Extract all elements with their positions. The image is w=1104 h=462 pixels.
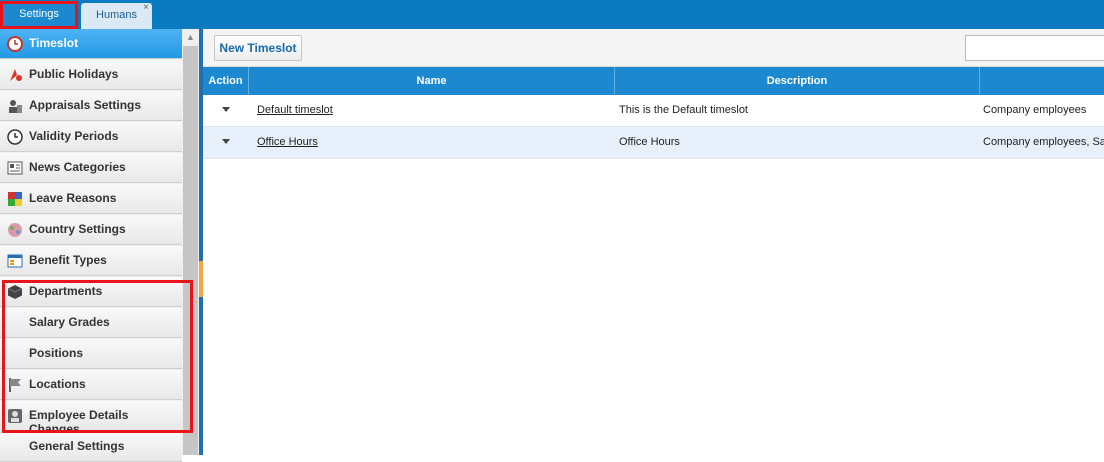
sidebar-item-label: Timeslot (29, 36, 79, 50)
scroll-up-arrow-icon[interactable]: ▲ (183, 29, 198, 46)
sidebar-item-label: Departments (29, 284, 103, 298)
grid-header: Action Name Description (203, 67, 1104, 95)
sidebar-item-positions[interactable]: Positions (0, 339, 182, 369)
sidebar-item-salary-grades[interactable]: Salary Grades (0, 308, 182, 338)
globe-icon (8, 223, 22, 237)
holiday-icon (10, 69, 22, 81)
column-header-extra[interactable] (980, 67, 1104, 95)
tab-humans[interactable]: Humans × (81, 0, 152, 29)
table-row[interactable]: Default timeslot This is the Default tim… (203, 95, 1104, 127)
sidebar-item-label: General Settings (29, 439, 125, 453)
sidebar-item-label: Positions (29, 346, 84, 360)
sidebar-item-label: Appraisals Settings (29, 98, 142, 112)
sidebar-scrollbar[interactable]: ▲ (183, 29, 198, 455)
sidebar-item-general-settings[interactable]: General Settings (0, 432, 182, 462)
top-tab-bar: Settings Humans × (0, 0, 1104, 29)
clock-icon (7, 129, 23, 145)
sidebar-item-leave-reasons[interactable]: Leave Reasons (0, 184, 182, 214)
tab-settings[interactable]: Settings (0, 1, 78, 29)
employee-icon (8, 409, 22, 423)
sidebar-item-label: Benefit Types (29, 253, 107, 267)
table-row[interactable]: Office Hours Office Hours Company employ… (203, 127, 1104, 159)
sidebar-item-label: Public Holidays (29, 67, 119, 81)
sidebar-item-label: Validity Periods (29, 129, 119, 143)
sidebar-item-public-holidays[interactable]: Public Holidays (0, 60, 182, 90)
column-header-name[interactable]: Name (249, 67, 615, 95)
sidebar-item-label: Salary Grades (29, 315, 110, 329)
row-extra: Company employees, Sa (983, 136, 1104, 148)
toolbar: New Timeslot (203, 29, 1104, 67)
search-input[interactable] (965, 35, 1104, 61)
row-name-link[interactable]: Default timeslot (257, 104, 333, 116)
sidebar-item-employee-details-changes[interactable]: Employee Details Changes (0, 401, 182, 436)
settings-sidebar: Timeslot Public Holidays Appraisals Sett… (0, 29, 199, 462)
tab-settings-label: Settings (19, 8, 59, 20)
sidebar-item-news-categories[interactable]: News Categories (0, 153, 182, 183)
benefit-icon (7, 254, 23, 268)
sidebar-item-benefit-types[interactable]: Benefit Types (0, 246, 182, 276)
sidebar-item-appraisals-settings[interactable]: Appraisals Settings (0, 91, 182, 121)
column-header-action[interactable]: Action (203, 67, 249, 95)
sidebar-item-country-settings[interactable]: Country Settings (0, 215, 182, 245)
cube-icon (7, 285, 23, 299)
close-icon[interactable]: × (143, 0, 149, 20)
row-action-dropdown-icon[interactable] (222, 107, 230, 112)
flag-icon (9, 378, 21, 392)
column-header-description[interactable]: Description (615, 67, 980, 95)
row-description: This is the Default timeslot (619, 104, 748, 116)
sidebar-item-label: Country Settings (29, 222, 126, 236)
row-extra: Company employees (983, 104, 1087, 116)
tab-humans-label: Humans (96, 9, 137, 21)
sidebar-item-locations[interactable]: Locations (0, 370, 182, 400)
sidebar-item-label: Locations (29, 377, 86, 391)
row-name-link[interactable]: Office Hours (257, 136, 318, 148)
appraisal-icon (9, 100, 22, 113)
sidebar-item-label: News Categories (29, 160, 126, 174)
row-action-dropdown-icon[interactable] (222, 139, 230, 144)
sidebar-item-validity-periods[interactable]: Validity Periods (0, 122, 182, 152)
new-timeslot-button[interactable]: New Timeslot (214, 35, 302, 61)
clock-red-icon (7, 36, 23, 52)
main-panel: New Timeslot Action Name Description Def… (203, 29, 1104, 455)
sidebar-item-label: Leave Reasons (29, 191, 117, 205)
leave-icon (8, 192, 22, 206)
row-description: Office Hours (619, 136, 680, 148)
sidebar-item-timeslot[interactable]: Timeslot (0, 29, 182, 59)
sidebar-item-departments[interactable]: Departments (0, 277, 182, 307)
news-icon (7, 161, 23, 175)
